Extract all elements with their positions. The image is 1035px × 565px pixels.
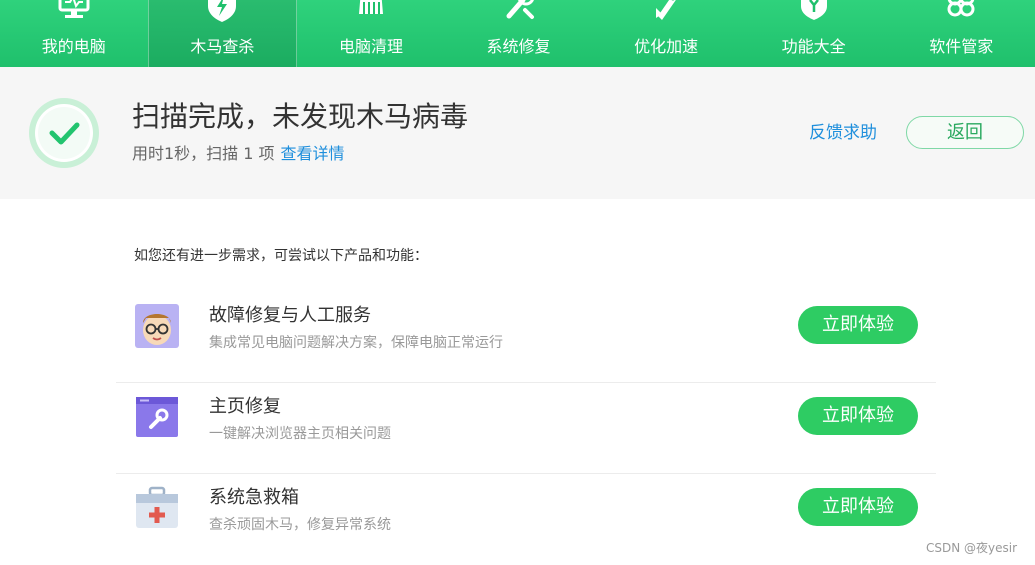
watermark: CSDN @夜yesir	[926, 541, 1018, 555]
nav-system-repair[interactable]: 系统修复	[445, 0, 593, 67]
scan-summary-text: 用时1秒，扫描 1 项	[132, 144, 275, 163]
nav-label: 我的电脑	[41, 37, 106, 56]
nav-label: 系统修复	[486, 37, 551, 56]
browser-wrench-icon	[136, 397, 178, 437]
list-item: 系统急救箱 查杀顽固木马，修复异常系统 立即体验	[116, 473, 936, 564]
feedback-link[interactable]: 反馈求助	[809, 122, 877, 144]
nav-label: 优化加速	[634, 37, 699, 56]
try-now-button[interactable]: 立即体验	[798, 397, 918, 435]
product-name: 系统急救箱	[209, 487, 299, 508]
nav-label: 功能大全	[781, 37, 846, 56]
try-now-button[interactable]: 立即体验	[798, 306, 918, 344]
wrench-icon	[506, 0, 534, 19]
flower-icon	[947, 0, 975, 17]
try-now-button[interactable]: 立即体验	[798, 488, 918, 526]
view-details-link[interactable]: 查看详情	[281, 144, 345, 163]
rocket-icon	[656, 0, 676, 20]
nav-label: 软件管家	[929, 37, 994, 56]
check-circle-icon	[29, 98, 99, 168]
nav-my-computer[interactable]: 我的电脑	[0, 0, 148, 67]
scan-result-banner: 扫描完成，未发现木马病毒 用时1秒，扫描 1 项查看详情 反馈求助 返回	[0, 67, 1035, 199]
nav-cleanup[interactable]: 电脑清理	[297, 0, 445, 67]
support-agent-icon	[135, 304, 179, 348]
nav-trojan-scan[interactable]: 木马查杀	[147, 0, 298, 67]
list-item: 主页修复 一键解决浏览器主页相关问题 立即体验	[116, 382, 936, 474]
product-description: 一键解决浏览器主页相关问题	[209, 426, 391, 442]
nav-optimize[interactable]: 优化加速	[592, 0, 740, 67]
result-summary: 用时1秒，扫描 1 项查看详情	[132, 143, 345, 165]
shield-plus-icon	[800, 0, 827, 20]
nav-features[interactable]: 功能大全	[740, 0, 888, 67]
nav-label: 木马查杀	[190, 37, 255, 56]
shield-lightning-icon	[208, 0, 237, 22]
nav-label: 电脑清理	[338, 37, 403, 56]
product-description: 查杀顽固木马，修复异常系统	[209, 517, 391, 533]
list-item: 故障修复与人工服务 集成常见电脑问题解决方案，保障电脑正常运行 立即体验	[116, 291, 936, 383]
product-name: 主页修复	[209, 396, 281, 417]
back-button[interactable]: 返回	[906, 116, 1024, 149]
product-name: 故障修复与人工服务	[209, 305, 371, 326]
first-aid-kit-icon	[136, 486, 178, 528]
broom-icon	[358, 0, 383, 14]
suggestions-hint: 如您还有进一步需求，可尝试以下产品和功能：	[134, 248, 428, 264]
top-nav: 我的电脑 木马查杀 电脑清理 系统修复 优化加速 功能大全 软件管家	[0, 0, 1035, 67]
product-description: 集成常见电脑问题解决方案，保障电脑正常运行	[209, 335, 503, 351]
result-title: 扫描完成，未发现木马病毒	[132, 100, 469, 133]
nav-software[interactable]: 软件管家	[887, 0, 1035, 67]
monitor-icon	[58, 0, 90, 18]
